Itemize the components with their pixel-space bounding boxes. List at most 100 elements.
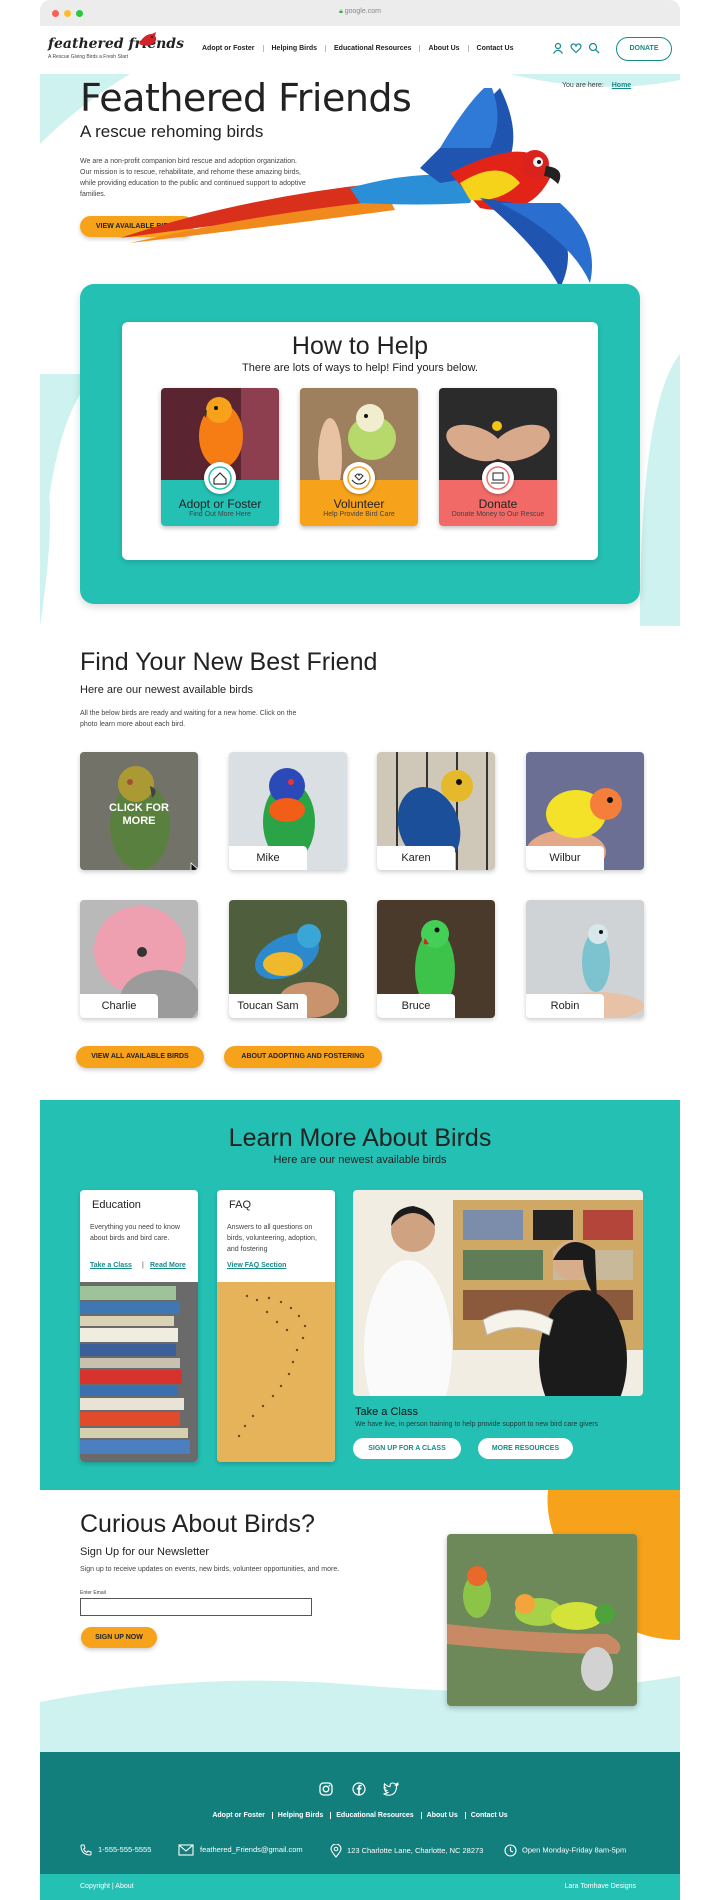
footer-hours: Open Monday-Friday 8am-5pm <box>504 1844 626 1857</box>
bird-card-toucan-sam[interactable]: Toucan Sam <box>229 900 347 1018</box>
cardinal-logo-icon <box>139 32 157 46</box>
bird-card-charlie[interactable]: Charlie <box>80 900 198 1018</box>
footer-phone[interactable]: 1-555-555-5555 <box>80 1844 151 1856</box>
footer-adopt-or-foster[interactable]: Adopt or Foster <box>207 1812 270 1819</box>
money-hand-icon <box>482 462 514 494</box>
nav-links: Adopt or Foster Helping Birds Educationa… <box>194 45 522 52</box>
how-to-help-panel: How to Help There are lots of ways to he… <box>80 284 640 604</box>
find-title: Find Your New Best Friend <box>80 648 378 676</box>
sign-up-now-button[interactable]: SIGN UP NOW <box>81 1627 157 1648</box>
bird-card-karen[interactable]: Karen <box>377 752 495 870</box>
street-address: 123 Charlotte Lane, Charlotte, NC 28273 <box>347 1845 484 1855</box>
nav-contact-us[interactable]: Contact Us <box>467 45 522 52</box>
url-text: google.com <box>344 8 381 15</box>
nav-helping-birds[interactable]: Helping Birds <box>262 45 326 52</box>
footer-address[interactable]: 123 Charlotte Lane, Charlotte, NC 28273 <box>330 1843 484 1858</box>
learn-title: Learn More About Birds <box>228 1124 492 1152</box>
volunteer-card[interactable]: Volunteer Help Provide Bird Care <box>300 388 418 526</box>
footer: Adopt or Foster Helping Birds Educationa… <box>40 1752 680 1900</box>
flock-of-birds-image <box>217 1282 335 1462</box>
donate-card[interactable]: Donate Donate Money to Our Rescue <box>439 388 557 526</box>
volunteer-card-title: Volunteer <box>333 497 385 511</box>
clock-icon <box>504 1844 517 1857</box>
book-stack-image <box>80 1282 198 1462</box>
view-all-birds-button[interactable]: VIEW ALL AVAILABLE BIRDS <box>76 1046 204 1068</box>
view-faq-link[interactable]: View FAQ Section <box>227 1262 286 1269</box>
adopt-card-subtitle: Find Out More Here <box>189 511 251 518</box>
facebook-icon[interactable] <box>352 1782 366 1796</box>
bird-name-wilbur: Wilbur <box>526 846 604 870</box>
phone-number: 1-555-555-5555 <box>98 1844 152 1854</box>
class-photo <box>353 1190 643 1440</box>
footer-links: Adopt or Foster Helping Birds Educationa… <box>40 1812 680 1819</box>
footer-educational-resources[interactable]: Educational Resources <box>330 1812 419 1819</box>
footer-contact-us[interactable]: Contact Us <box>464 1812 513 1819</box>
donate-card-title: Donate <box>478 497 518 511</box>
education-text: Everything you need to know about birds … <box>90 1224 180 1242</box>
bird-name-bruce: Bruce <box>377 994 455 1018</box>
nav-adopt-or-foster[interactable]: Adopt or Foster <box>194 45 263 52</box>
browser-chrome: 🔒︎ google.com <box>40 0 680 26</box>
bird-card-robin[interactable]: Robin <box>526 900 644 1018</box>
nav-about-us[interactable]: About Us <box>419 45 467 52</box>
take-a-class-panel: Take a Class We have live, in person tra… <box>353 1190 643 1462</box>
page: 🔒︎ google.com feathered friends A Rescue… <box>40 0 680 1900</box>
logo-tagline: A Rescue Giving Birds a Fresh Start <box>48 54 129 60</box>
about-adopting-button[interactable]: ABOUT ADOPTING AND FOSTERING <box>224 1046 382 1068</box>
user-icon[interactable] <box>552 42 564 54</box>
email-label: Enter Email <box>80 1590 106 1596</box>
envelope-icon <box>178 1844 194 1856</box>
how-to-help-title: How to Help <box>291 332 429 360</box>
macaw-image <box>120 88 592 288</box>
adopt-or-foster-card[interactable]: Adopt or Foster Find Out More Here <box>161 388 279 526</box>
volunteer-card-subtitle: Help Provide Bird Care <box>323 511 395 518</box>
copyright-bar: Copyright | About Lara Tomhave Designs <box>40 1874 680 1900</box>
search-icon[interactable] <box>588 42 600 54</box>
find-subtitle: Here are our newest available birds <box>80 684 254 696</box>
footer-about-us[interactable]: About Us <box>420 1812 463 1819</box>
bird-card-amazon[interactable]: CLICK FOR MORE <box>80 752 198 870</box>
take-a-class-link[interactable]: Take a Class <box>90 1262 132 1269</box>
bird-card-wilbur[interactable]: Wilbur <box>526 752 644 870</box>
home-heart-icon <box>204 462 236 494</box>
faq-text: Answers to all questions on birds, volun… <box>227 1224 317 1253</box>
footer-email[interactable]: feathered_Friends@gmail.com <box>178 1844 303 1856</box>
newsletter-subtitle: Sign Up for our Newsletter <box>80 1546 209 1558</box>
how-to-help-subtitle: There are lots of ways to help! Find you… <box>241 362 478 374</box>
read-more-link[interactable]: Read More <box>150 1262 186 1269</box>
sign-up-class-button[interactable]: SIGN UP FOR A CLASS <box>353 1438 461 1459</box>
hands-heart-icon <box>343 462 375 494</box>
phone-icon <box>80 1844 92 1856</box>
heart-icon[interactable] <box>570 42 582 54</box>
nav-educational-resources[interactable]: Educational Resources <box>325 45 419 52</box>
bird-card-mike[interactable]: Mike <box>229 752 347 870</box>
email-address: feathered_Friends@gmail.com <box>200 1844 303 1854</box>
learn-more-section: Learn More About Birds Here are our newe… <box>40 1100 680 1490</box>
newsletter-title: Curious About Birds? <box>80 1510 315 1538</box>
instagram-icon[interactable] <box>319 1782 333 1796</box>
top-nav: feathered friends A Rescue Giving Birds … <box>40 26 680 74</box>
twitter-icon[interactable] <box>383 1782 399 1796</box>
find-body: All the below birds are ready and waitin… <box>80 710 297 728</box>
location-pin-icon <box>330 1843 342 1858</box>
bird-name-toucan-sam: Toucan Sam <box>229 994 307 1018</box>
lovebirds-on-hand-photo <box>447 1534 637 1706</box>
how-to-help-box: How to Help There are lots of ways to he… <box>122 322 598 560</box>
bird-name-mike: Mike <box>229 846 307 870</box>
click-for-more-overlay[interactable]: CLICK FOR MORE <box>100 802 178 828</box>
adopt-card-title: Adopt or Foster <box>178 497 262 511</box>
mouse-cursor-icon <box>190 862 198 870</box>
bird-card-bruce[interactable]: Bruce <box>377 900 495 1018</box>
email-input[interactable] <box>80 1598 312 1616</box>
opening-hours: Open Monday-Friday 8am-5pm <box>522 1845 627 1855</box>
copyright-text[interactable]: Copyright | About <box>80 1883 134 1890</box>
donate-card-subtitle: Donate Money to Our Rescue <box>451 511 545 518</box>
more-resources-button[interactable]: MORE RESOURCES <box>478 1438 573 1459</box>
donate-button[interactable]: DONATE <box>616 37 672 61</box>
footer-helping-birds[interactable]: Helping Birds <box>271 1812 329 1819</box>
find-best-friend-section: Find Your New Best Friend Here are our n… <box>40 626 680 1100</box>
bird-name-robin: Robin <box>526 994 604 1018</box>
hero-section: You are here: Home Feathered Friends A r… <box>40 74 680 626</box>
address-bar[interactable]: 🔒︎ google.com <box>40 8 680 16</box>
faq-title: FAQ <box>229 1199 252 1211</box>
